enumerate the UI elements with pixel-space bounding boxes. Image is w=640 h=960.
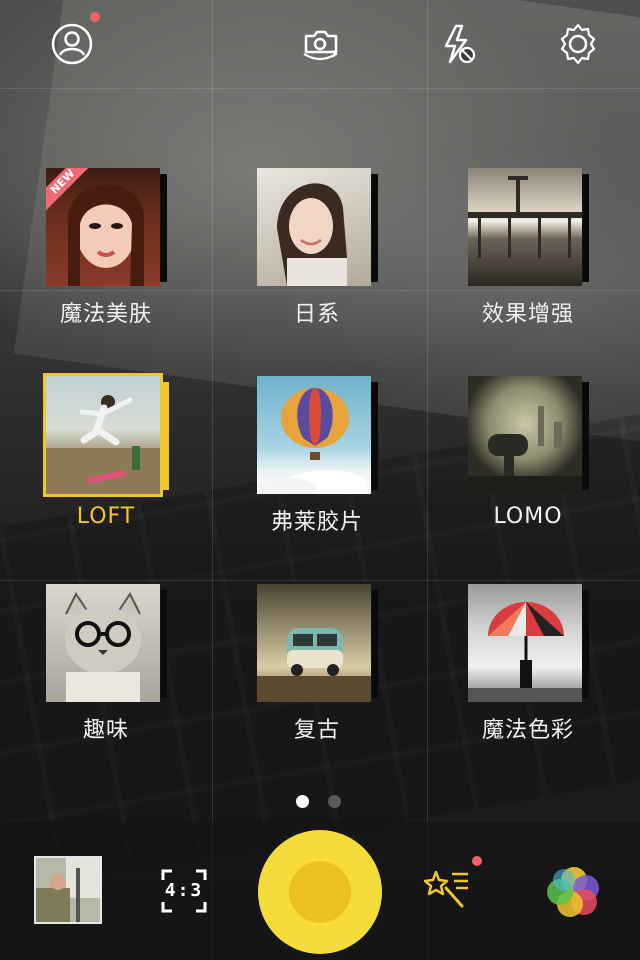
- magic-wand-button[interactable]: [423, 856, 482, 914]
- filter-item-japanese[interactable]: 日系: [212, 168, 382, 358]
- top-bar: [0, 0, 640, 88]
- color-picker-button[interactable]: [544, 862, 604, 922]
- filter-item-retro[interactable]: 复古: [212, 584, 382, 774]
- gallery-thumbnail[interactable]: [34, 856, 102, 924]
- filter-item-magic-skin[interactable]: NEW 魔法美肤: [1, 168, 171, 358]
- filter-thumbnail: [257, 376, 371, 494]
- filter-label: 日系: [293, 302, 340, 327]
- shutter-inner-circle: [289, 861, 351, 923]
- aspect-ratio-label: 4:3: [164, 880, 204, 901]
- switch-camera-button[interactable]: [298, 22, 342, 66]
- filter-item-fun[interactable]: 趣味: [1, 584, 171, 774]
- filter-thumbnail: [43, 373, 163, 497]
- profile-icon: [51, 23, 93, 65]
- page-dot[interactable]: [328, 795, 341, 808]
- filter-label: 复古: [293, 718, 340, 743]
- filter-thumbnail: [257, 584, 371, 702]
- cat-with-glasses-illustration: [65, 592, 141, 702]
- notification-dot: [472, 856, 482, 866]
- filter-label: 魔法美肤: [59, 302, 152, 327]
- filter-label: 弗莱胶片: [270, 510, 363, 535]
- girl-portrait-illustration: [277, 183, 347, 286]
- settings-icon: [560, 23, 596, 65]
- aspect-ratio-button[interactable]: 4:3: [160, 868, 208, 914]
- settings-button[interactable]: [556, 22, 600, 66]
- filter-thumbnail: [468, 584, 582, 702]
- filter-label: 趣味: [82, 718, 129, 743]
- filter-thumbnail: NEW: [46, 168, 160, 286]
- filter-thumbnail: [468, 168, 582, 286]
- profile-button[interactable]: [50, 12, 100, 66]
- flash-off-icon: [444, 24, 476, 64]
- filter-item-flash-film[interactable]: 弗莱胶片: [212, 376, 382, 566]
- shutter-button[interactable]: [258, 830, 382, 954]
- filter-thumbnail: [46, 584, 160, 702]
- page-dot-active[interactable]: [296, 795, 309, 808]
- grid-line-h0: [0, 88, 640, 89]
- pier-illustration: [468, 176, 582, 258]
- filter-item-enhance[interactable]: 效果增强: [423, 168, 593, 358]
- binocular-viewer-illustration: [468, 406, 582, 494]
- notification-dot: [90, 12, 100, 22]
- umbrella-illustration: [468, 602, 582, 702]
- filter-label: LOFT: [76, 504, 136, 529]
- bottom-bar: 4:3: [0, 822, 640, 960]
- filter-thumbnail: [257, 168, 371, 286]
- hot-air-balloon-illustration: [257, 388, 367, 494]
- filter-label: LOMO: [493, 504, 563, 529]
- page-indicator: [296, 795, 356, 809]
- color-circles-icon: [547, 867, 599, 917]
- switch-camera-icon: [303, 30, 338, 61]
- filter-item-lomo[interactable]: LOMO: [423, 376, 593, 566]
- filter-item-loft[interactable]: LOFT: [1, 373, 171, 566]
- grid-line-h2: [0, 580, 640, 581]
- skateboarder-illustration: [46, 395, 160, 494]
- filter-label: 效果增强: [481, 302, 574, 327]
- filter-label: 魔法色彩: [481, 718, 574, 743]
- gallery-photo-illustration: [36, 858, 100, 922]
- magic-wand-icon: [423, 870, 468, 908]
- vintage-van-illustration: [257, 628, 371, 702]
- filter-thumbnail: [468, 376, 582, 494]
- filter-item-magic-color[interactable]: 魔法色彩: [423, 584, 593, 774]
- flash-button[interactable]: [436, 22, 480, 66]
